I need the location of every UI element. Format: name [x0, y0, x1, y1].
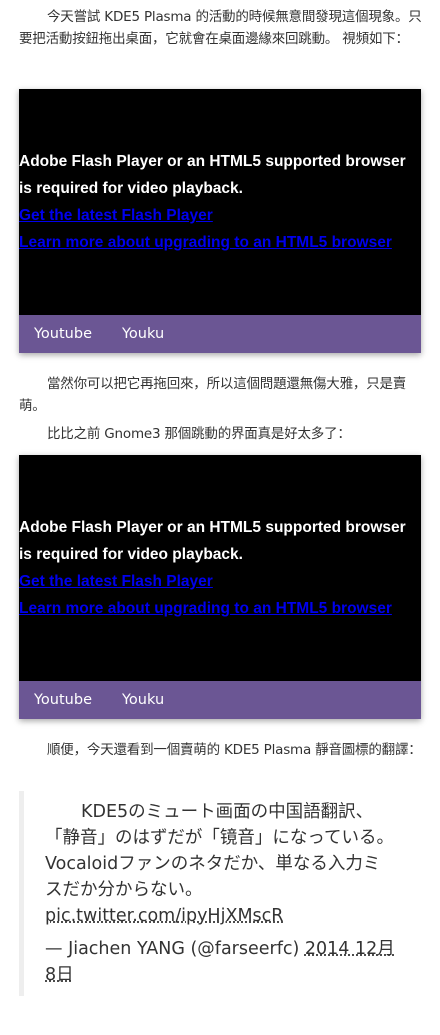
flash-required-message: Adobe Flash Player or an HTML5 supported…	[19, 153, 406, 197]
video-player-1[interactable]: Adobe Flash Player or an HTML5 supported…	[19, 89, 421, 353]
html5-info-link[interactable]: Learn more about upgrading to an HTML5 b…	[19, 229, 421, 256]
tab-youtube[interactable]: Youtube	[34, 692, 92, 708]
video-source-tabs: Youtube Youku	[19, 315, 421, 353]
tweet-blockquote: KDE5のミュート画面の中国語翻訳、「静音」のはずだが「镜音」になっている。Vo…	[19, 791, 424, 996]
tab-youku[interactable]: Youku	[122, 692, 164, 708]
paragraph-gnome3: 比比之前 Gnome3 那個跳動的界面真是好太多了：	[47, 426, 351, 442]
video-screen: Adobe Flash Player or an HTML5 supported…	[19, 455, 421, 681]
tweet-pic-link[interactable]: pic.twitter.com/ipyHjXMscR	[45, 906, 283, 926]
paragraph-drag-back: 當然你可以把它再拖回來，所以這個問題還無傷大雅，只是賣萌。	[19, 376, 407, 414]
tweet-author: — Jiachen YANG (@farseerfc)	[45, 939, 305, 959]
tweet-text: KDE5のミュート画面の中国語翻訳、「静音」のはずだが「镜音」になっている。Vo…	[45, 802, 394, 900]
video-player-2[interactable]: Adobe Flash Player or an HTML5 supported…	[19, 455, 421, 719]
video-screen: Adobe Flash Player or an HTML5 supported…	[19, 89, 421, 315]
paragraph-mute-translation: 順便，今天還看到一個賣萌的 KDE5 Plasma 靜音圖標的翻譯：	[47, 742, 422, 758]
tab-youku[interactable]: Youku	[122, 326, 164, 342]
video-source-tabs: Youtube Youku	[19, 681, 421, 719]
html5-info-link[interactable]: Learn more about upgrading to an HTML5 b…	[19, 595, 421, 622]
flash-required-message: Adobe Flash Player or an HTML5 supported…	[19, 519, 406, 563]
get-flash-link[interactable]: Get the latest Flash Player	[19, 202, 421, 229]
tab-youtube[interactable]: Youtube	[34, 326, 92, 342]
get-flash-link[interactable]: Get the latest Flash Player	[19, 568, 421, 595]
paragraph-intro: 今天嘗試 KDE5 Plasma 的活動的時候無意間發現這個現象。只要把活動按鈕…	[19, 9, 422, 47]
